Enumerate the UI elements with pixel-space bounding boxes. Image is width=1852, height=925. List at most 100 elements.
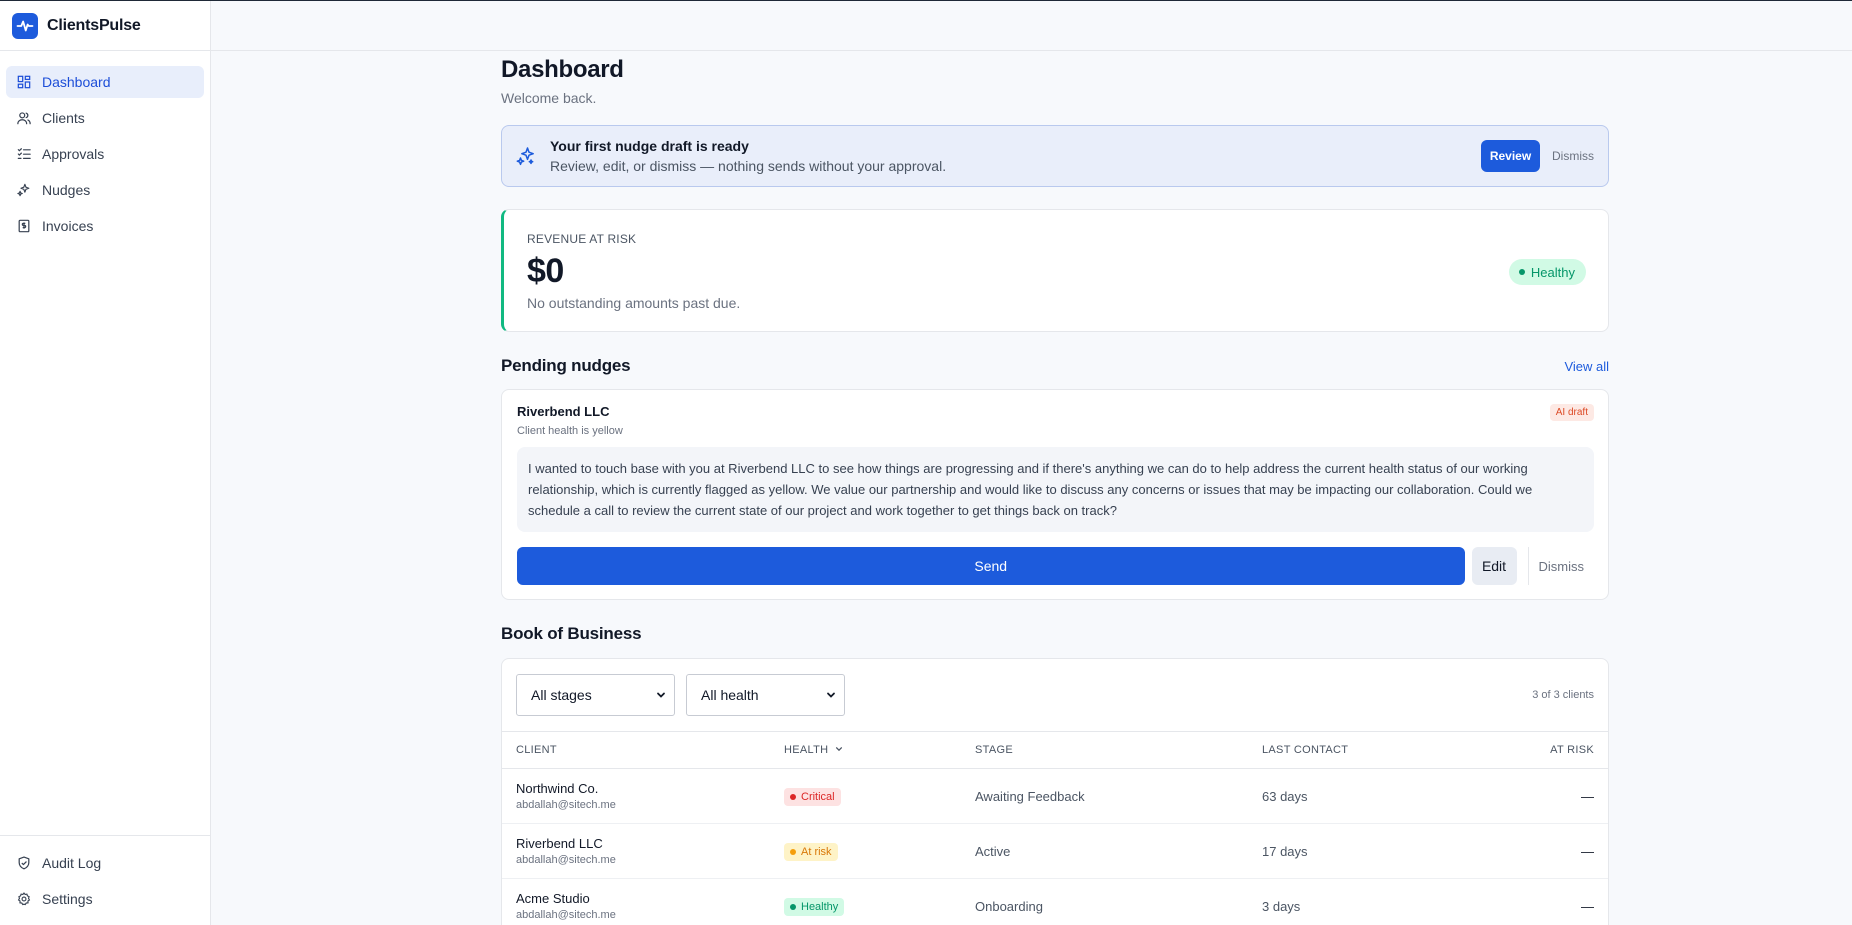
health-badge-critical: Critical xyxy=(784,787,841,806)
send-button[interactable]: Send xyxy=(517,547,1465,585)
sidebar-item-label: Invoices xyxy=(42,218,94,234)
sidebar-item-label: Dashboard xyxy=(42,74,111,90)
column-client[interactable]: CLIENT xyxy=(516,744,784,756)
table-row[interactable]: Riverbend LLC abdallah@sitech.me At risk… xyxy=(502,824,1608,879)
main-content: Dashboard Welcome back. Your first nudge… xyxy=(501,52,1609,925)
client-email: abdallah@sitech.me xyxy=(516,799,616,811)
app-name: ClientsPulse xyxy=(47,16,141,34)
nudge-actions: Send Edit Dismiss xyxy=(517,547,1594,585)
health-dot xyxy=(790,903,796,910)
client-name: Riverbend LLC xyxy=(516,836,603,851)
sidebar-item-invoices[interactable]: Invoices xyxy=(6,210,204,242)
client-last-contact: 3 days xyxy=(1262,898,1301,914)
banner-title: Your first nudge draft is ready xyxy=(550,138,749,154)
pulse-logo-icon xyxy=(12,12,38,39)
sidebar-item-label: Nudges xyxy=(42,182,91,198)
sidebar-item-settings[interactable]: Settings xyxy=(6,883,204,915)
health-filter-select[interactable]: All health xyxy=(686,674,845,716)
health-dot xyxy=(790,848,796,855)
brand[interactable]: ClientsPulse xyxy=(0,1,210,51)
sidebar-item-clients[interactable]: Clients xyxy=(6,102,204,134)
column-health-label: HEALTH xyxy=(784,744,829,756)
filters-bar: All stages All health 3 of 3 clients xyxy=(502,659,1608,732)
sidebar-bottom-nav: Audit Log Settings xyxy=(0,835,210,925)
client-stage: Awaiting Feedback xyxy=(975,788,1085,804)
client-last-contact: 17 days xyxy=(1262,843,1308,859)
table-header: CLIENT HEALTH STAGE LAST CONTACT AT RISK xyxy=(502,732,1608,769)
client-email: abdallah@sitech.me xyxy=(516,854,616,866)
sidebar-item-nudges[interactable]: Nudges xyxy=(6,174,204,206)
health-filter-value: All health xyxy=(701,687,759,703)
health-dot xyxy=(790,793,796,800)
book-of-business-title: Book of Business xyxy=(501,624,642,643)
sort-chevron-down-icon xyxy=(835,747,842,752)
ai-draft-badge: AI draft xyxy=(1549,404,1594,421)
invoice-icon xyxy=(18,219,30,233)
review-button[interactable]: Review xyxy=(1481,140,1540,172)
sidebar: ClientsPulse Dashboard Clients Approvals… xyxy=(0,1,211,925)
client-stage: Onboarding xyxy=(975,898,1043,914)
status-label: Healthy xyxy=(1530,264,1575,280)
column-at-risk[interactable]: AT RISK xyxy=(1462,744,1594,756)
sparkles-icon xyxy=(17,183,30,197)
client-last-contact: 63 days xyxy=(1262,788,1308,804)
client-stage: Active xyxy=(975,843,1011,859)
client-name: Northwind Co. xyxy=(516,781,599,796)
book-of-business-card: All stages All health 3 of 3 clients CLI… xyxy=(501,658,1609,925)
nudge-reason: Client health is yellow xyxy=(517,425,623,437)
pending-nudges-header: Pending nudges View all xyxy=(501,356,1609,376)
sidebar-item-audit-log[interactable]: Audit Log xyxy=(6,847,204,879)
chevron-down-icon xyxy=(827,692,835,698)
nudge-message: I wanted to touch base with you at River… xyxy=(517,447,1594,532)
client-email: abdallah@sitech.me xyxy=(516,909,616,921)
page-title: Dashboard xyxy=(501,56,624,83)
stage-filter-value: All stages xyxy=(531,687,592,703)
sidebar-item-label: Audit Log xyxy=(42,855,102,871)
users-icon xyxy=(17,112,31,125)
shield-icon xyxy=(18,856,30,870)
pending-nudges-title: Pending nudges xyxy=(501,356,631,375)
sparkles-icon xyxy=(516,147,534,166)
client-at-risk: — xyxy=(1581,788,1594,804)
gear-icon xyxy=(17,892,31,906)
client-at-risk: — xyxy=(1581,898,1594,914)
stage-filter-select[interactable]: All stages xyxy=(516,674,675,716)
dismiss-button[interactable]: Dismiss xyxy=(1539,559,1585,574)
sidebar-item-approvals[interactable]: Approvals xyxy=(6,138,204,170)
sidebar-item-dashboard[interactable]: Dashboard xyxy=(6,66,204,98)
health-label: At risk xyxy=(801,845,832,858)
banner-description: Review, edit, or dismiss — nothing sends… xyxy=(550,158,947,174)
column-stage[interactable]: STAGE xyxy=(975,744,1262,756)
sidebar-nav: Dashboard Clients Approvals Nudges Invoi… xyxy=(0,51,210,242)
nudge-ready-banner: Your first nudge draft is ready Review, … xyxy=(501,125,1609,187)
table-row[interactable]: Acme Studio abdallah@sitech.me Healthy O… xyxy=(502,879,1608,925)
client-count: 3 of 3 clients xyxy=(1532,689,1594,701)
revenue-at-risk-card: REVENUE AT RISK $0 No outstanding amount… xyxy=(501,209,1609,332)
grid-icon xyxy=(17,75,31,89)
sidebar-item-label: Approvals xyxy=(42,146,105,162)
list-check-icon xyxy=(17,148,31,159)
nudge-client-name: Riverbend LLC xyxy=(517,404,610,419)
chevron-down-icon xyxy=(657,692,665,698)
nudge-card: Riverbend LLC Client health is yellow AI… xyxy=(501,389,1609,600)
edit-button[interactable]: Edit xyxy=(1471,547,1517,585)
client-name: Acme Studio xyxy=(516,891,590,906)
view-all-link[interactable]: View all xyxy=(1564,359,1609,374)
revenue-label: REVENUE AT RISK xyxy=(527,232,637,246)
health-badge-at-risk: At risk xyxy=(784,842,838,861)
health-label: Critical xyxy=(801,790,835,803)
column-health[interactable]: HEALTH xyxy=(784,744,975,756)
sidebar-item-label: Clients xyxy=(42,110,85,126)
table-row[interactable]: Northwind Co. abdallah@sitech.me Critica… xyxy=(502,769,1608,824)
page-subtitle: Welcome back. xyxy=(501,90,597,106)
sidebar-item-label: Settings xyxy=(42,891,93,907)
health-label: Healthy xyxy=(801,900,839,913)
revenue-description: No outstanding amounts past due. xyxy=(527,295,741,311)
column-last-contact[interactable]: LAST CONTACT xyxy=(1262,744,1462,756)
top-header xyxy=(211,1,1852,51)
divider xyxy=(1527,547,1529,585)
banner-dismiss-button[interactable]: Dismiss xyxy=(1552,149,1594,163)
status-badge: Healthy xyxy=(1508,259,1586,285)
revenue-value: $0 xyxy=(527,252,564,290)
client-at-risk: — xyxy=(1581,843,1594,859)
